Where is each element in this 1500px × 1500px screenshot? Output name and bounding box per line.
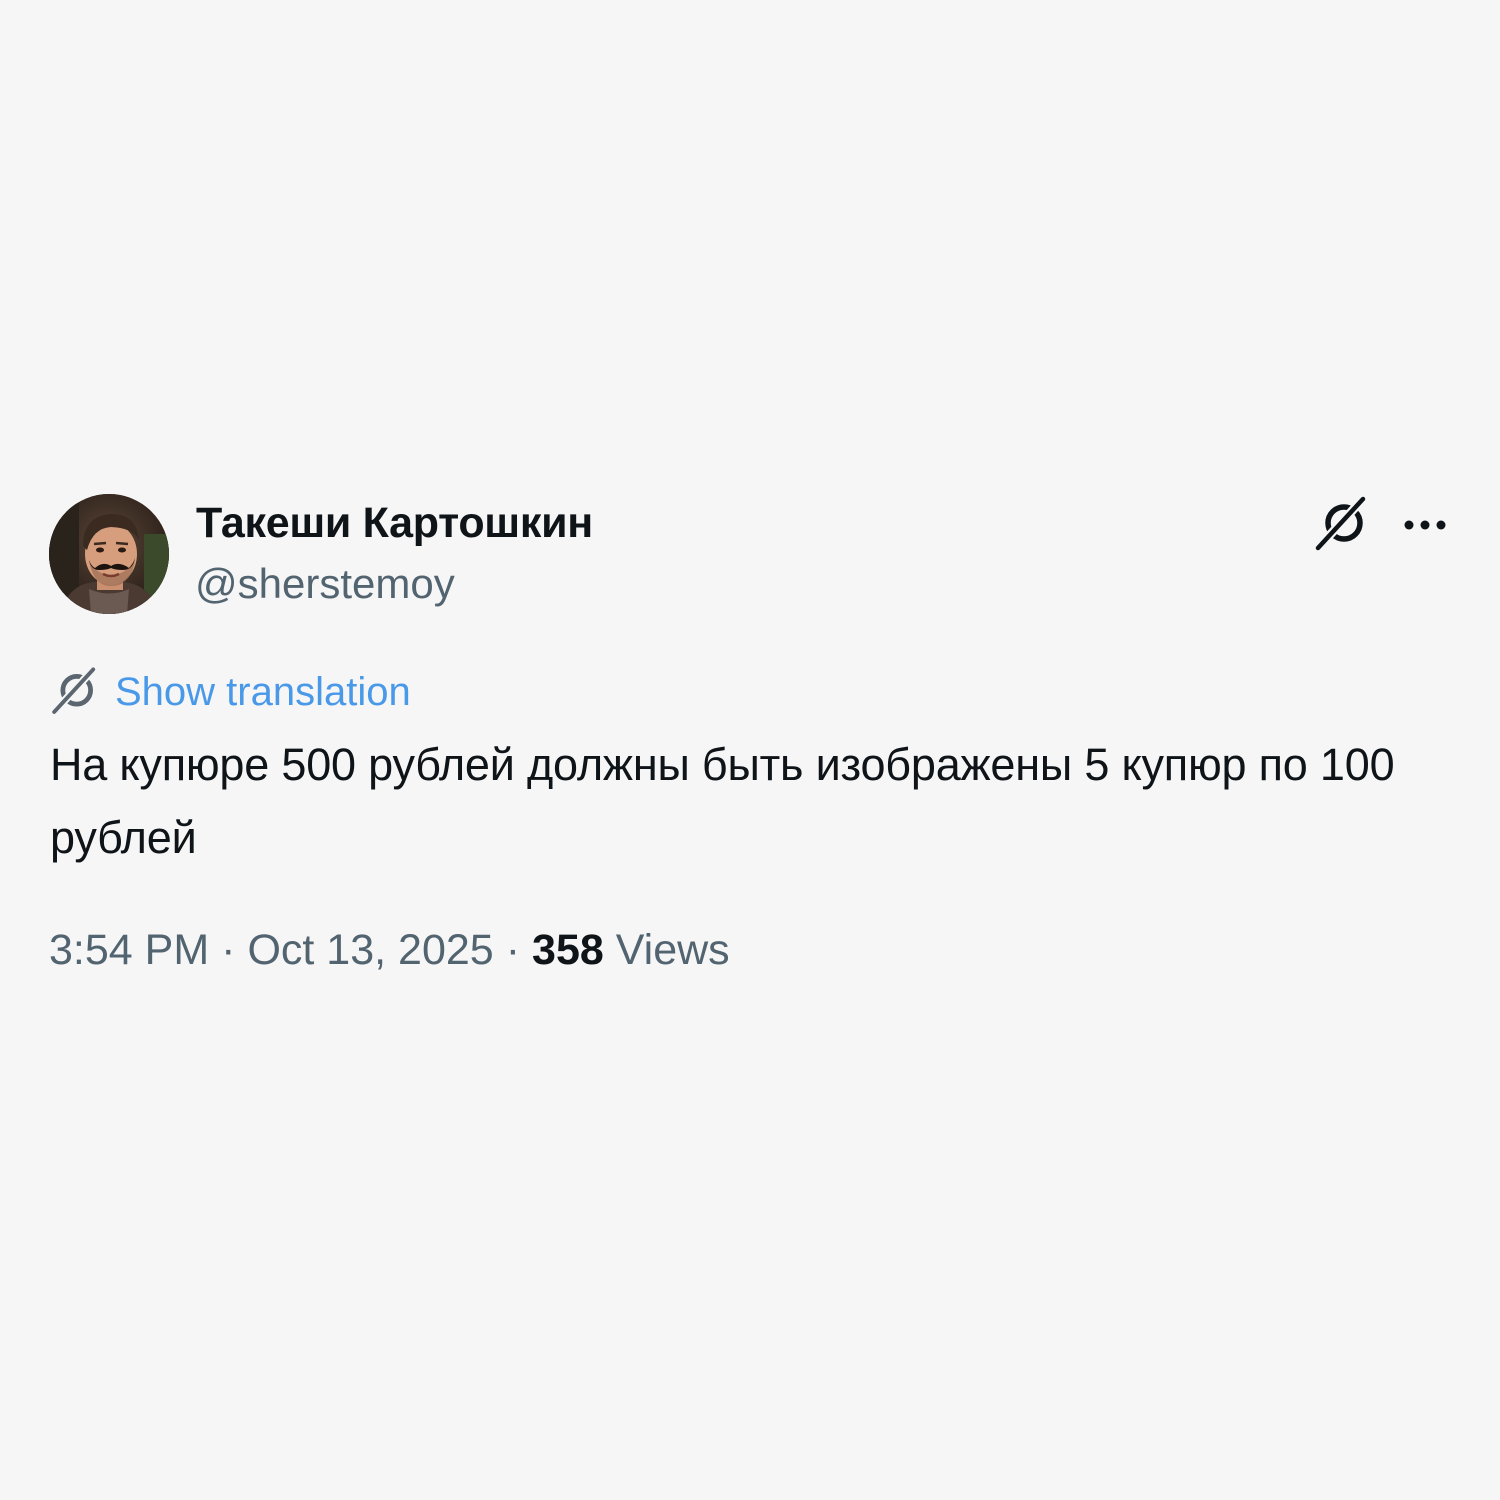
show-translation-label: Show translation — [115, 670, 411, 714]
grok-translate-icon — [49, 666, 101, 718]
more-icon[interactable] — [1400, 508, 1450, 542]
meta-separator: · — [505, 926, 521, 974]
author-display-name[interactable]: Такеши Картошкин — [196, 497, 593, 549]
tweet-meta: 3:54 PM · Oct 13, 2025 · 358 Views — [49, 922, 730, 978]
views-count[interactable]: 358 — [532, 926, 604, 974]
meta-separator: · — [221, 926, 236, 974]
tweet-date[interactable]: Oct 13, 2025 — [247, 926, 493, 974]
tweet-card: Такеши Картошкин @sherstemoy Show transl… — [0, 0, 1500, 1500]
views-label: Views — [615, 926, 730, 974]
show-translation-link[interactable]: Show translation — [49, 665, 411, 719]
tweet-text: На купюре 500 рублей должны быть изображ… — [50, 739, 1395, 863]
author-handle[interactable]: @sherstemoy — [195, 558, 455, 610]
avatar-photo-icon — [49, 494, 169, 614]
grok-icon[interactable] — [1312, 495, 1372, 554]
avatar[interactable] — [49, 494, 169, 614]
tweet-time[interactable]: 3:54 PM — [49, 926, 209, 974]
